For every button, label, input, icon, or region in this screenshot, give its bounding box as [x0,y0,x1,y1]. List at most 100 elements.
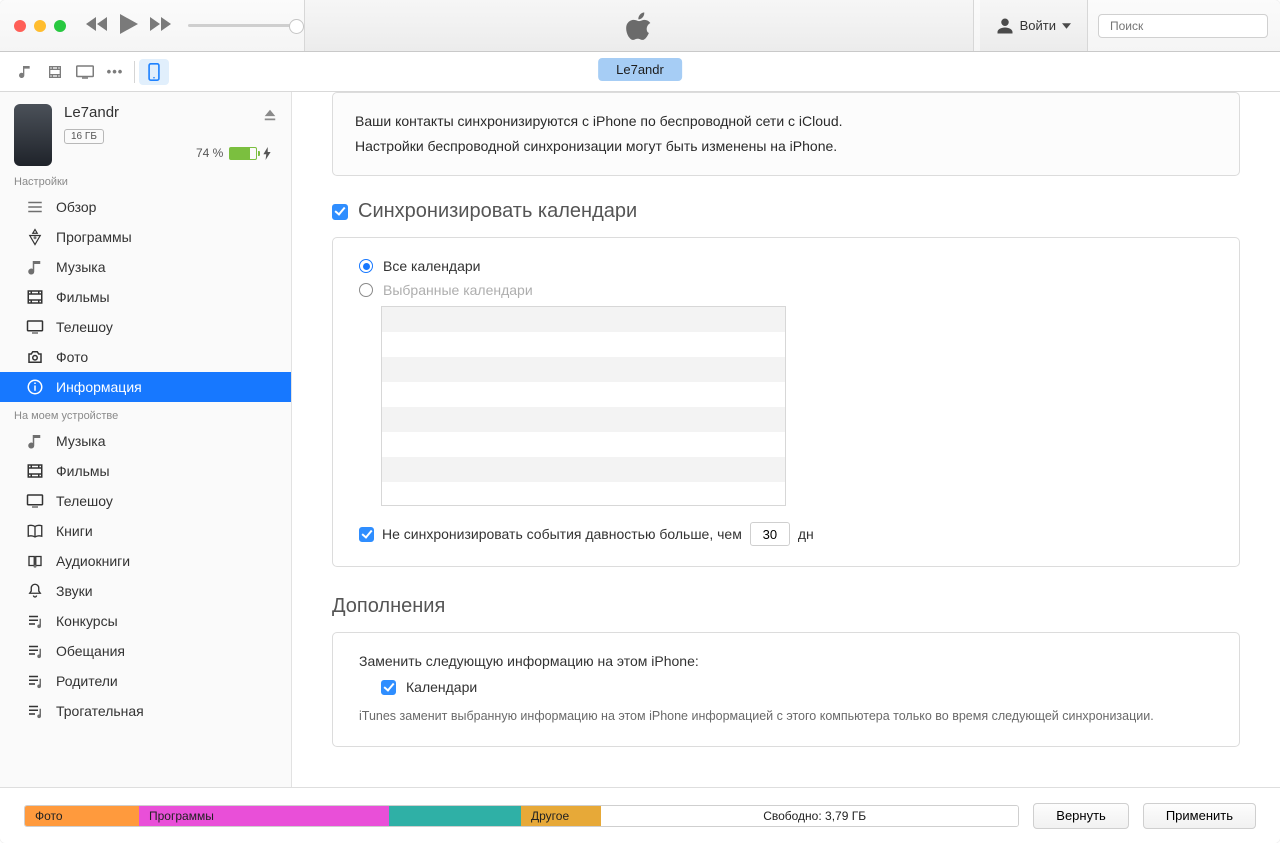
user-icon [996,17,1014,35]
sidebar-settings-item-4[interactable]: Телешоу [0,312,291,342]
apple-logo-icon [626,11,652,41]
prev-track-icon[interactable] [86,17,108,34]
search-input[interactable] [1098,14,1268,38]
library-music-button[interactable] [10,59,40,85]
info-line-2: Настройки беспроводной синхронизации мог… [355,134,1217,159]
device-breadcrumb[interactable]: Le7andr [598,58,682,81]
sidebar-settings-item-3[interactable]: Фильмы [0,282,291,312]
signin-button[interactable]: Войти [980,0,1088,51]
battery-icon [229,147,257,160]
now-playing-display [304,0,974,51]
device-thumbnail [14,104,52,166]
sidebar-settings-item-2[interactable]: Музыка [0,252,291,282]
info-icon [26,378,44,396]
sidebar-item-label: Телешоу [56,493,113,509]
limit-events-checkbox[interactable] [359,527,374,542]
tv-icon [26,318,44,336]
library-tv-button[interactable] [70,59,100,85]
sidebar-item-label: Обещания [56,643,125,659]
film-icon [26,288,44,306]
sidebar-device-item-5[interactable]: Звуки [0,576,291,606]
sidebar-device-item-3[interactable]: Книги [0,516,291,546]
replace-calendars-checkbox[interactable] [381,680,396,695]
addenda-title: Дополнения [332,595,1240,618]
camera-icon [26,348,44,366]
playlist-icon [26,672,44,690]
usage-seg-other: Другое [521,806,601,826]
info-line-1: Ваши контакты синхронизируются с iPhone … [355,109,1217,134]
close-icon[interactable] [14,20,26,32]
limit-days-input[interactable] [750,522,790,546]
replace-calendars-label: Календари [406,679,477,695]
device-tab-button[interactable] [139,59,169,85]
limit-unit: дн [798,526,814,542]
battery-percent: 74 % [196,146,223,160]
sidebar-device-item-9[interactable]: Трогательная [0,696,291,726]
audiobook-icon [26,552,44,570]
divider [134,61,135,83]
play-icon[interactable] [120,14,138,37]
sidebar-item-label: Фильмы [56,289,110,305]
sync-calendars-title: Синхронизировать календари [358,200,637,223]
addenda-note: iTunes заменит выбранную информацию на э… [359,707,1213,726]
sidebar-item-label: Конкурсы [56,613,118,629]
usage-seg-photo: Фото [25,806,139,826]
tv-icon [26,492,44,510]
usage-seg-teal [389,806,521,826]
sidebar-item-label: Книги [56,523,93,539]
maximize-icon[interactable] [54,20,66,32]
radio-off-icon [359,283,373,297]
sidebar-settings-item-6[interactable]: Информация [0,372,291,402]
sidebar-item-label: Обзор [56,199,96,215]
device-name: Le7andr [64,104,251,121]
sidebar-item-label: Информация [56,379,142,395]
radio-all-calendars[interactable]: Все календари [359,258,1213,274]
sidebar-item-label: Телешоу [56,319,113,335]
storage-usage-bar[interactable]: Фото Программы Другое Свободно: 3,79 ГБ [24,805,1019,827]
minimize-icon[interactable] [34,20,46,32]
sidebar-device-item-4[interactable]: Аудиокниги [0,546,291,576]
volume-slider[interactable] [188,24,298,27]
chevron-down-icon [1062,23,1071,29]
sidebar-heading-on-device: На моем устройстве [0,402,291,426]
music-icon [26,432,44,450]
playlist-icon [26,612,44,630]
sidebar-item-label: Трогательная [56,703,144,719]
signin-label: Войти [1020,18,1056,33]
calendar-list [381,306,786,506]
books-icon [26,522,44,540]
library-movies-button[interactable] [40,59,70,85]
sidebar-item-label: Аудиокниги [56,553,130,569]
icloud-info-box: Ваши контакты синхронизируются с iPhone … [332,92,1240,176]
device-capacity-badge: 16 ГБ [64,129,104,144]
apps-icon [26,228,44,246]
sidebar-device-item-0[interactable]: Музыка [0,426,291,456]
sidebar-device-item-8[interactable]: Родители [0,666,291,696]
sidebar-device-item-6[interactable]: Конкурсы [0,606,291,636]
music-icon [26,258,44,276]
apply-button[interactable]: Применить [1143,803,1256,829]
film-icon [26,462,44,480]
search-field[interactable] [1110,19,1265,33]
list-icon [26,198,44,216]
revert-button[interactable]: Вернуть [1033,803,1129,829]
sidebar-item-label: Звуки [56,583,93,599]
radio-selected-calendars[interactable]: Выбранные календари [359,282,1213,298]
playlist-icon [26,642,44,660]
sidebar-device-item-2[interactable]: Телешоу [0,486,291,516]
library-more-button[interactable]: ••• [100,59,130,85]
sidebar-device-item-1[interactable]: Фильмы [0,456,291,486]
sidebar-settings-item-0[interactable]: Обзор [0,192,291,222]
bell-icon [26,582,44,600]
next-track-icon[interactable] [150,17,172,34]
sidebar-item-label: Фильмы [56,463,110,479]
sidebar-heading-settings: Настройки [0,168,291,192]
eject-button[interactable] [263,108,277,125]
window-controls[interactable] [0,20,80,32]
sidebar-item-label: Фото [56,349,88,365]
sync-calendars-checkbox[interactable] [332,204,348,220]
usage-seg-apps: Программы [139,806,389,826]
sidebar-settings-item-1[interactable]: Программы [0,222,291,252]
sidebar-settings-item-5[interactable]: Фото [0,342,291,372]
sidebar-device-item-7[interactable]: Обещания [0,636,291,666]
